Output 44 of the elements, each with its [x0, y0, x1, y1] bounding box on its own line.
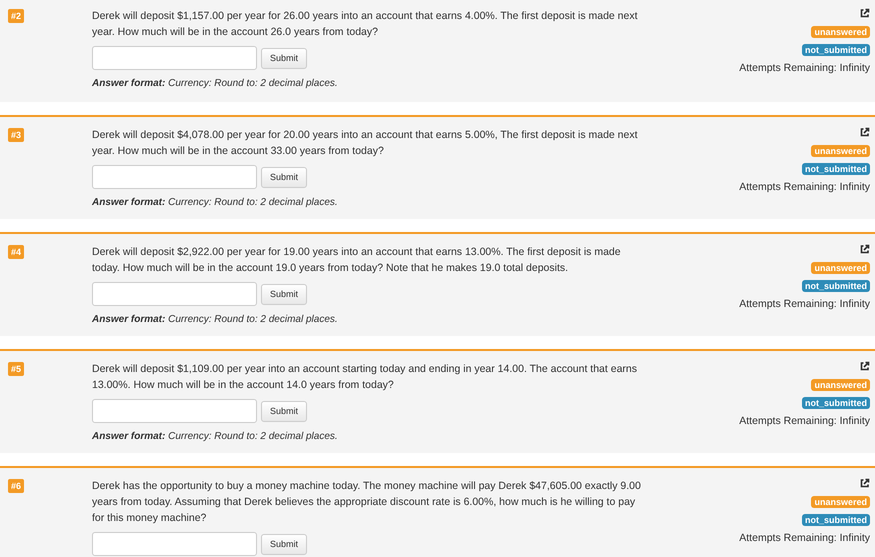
- answer-format: Answer format: Currency: Round to: 2 decimal places.: [92, 197, 339, 208]
- submission-label: not_submitted: [802, 163, 870, 175]
- status-label: unanswered: [811, 379, 870, 391]
- answer-format: Answer format: Currency: Round to: 2 decimal places.: [92, 314, 339, 325]
- submission-label: not_submitted: [802, 397, 870, 409]
- status-label: unanswered: [811, 262, 870, 274]
- question-number: #5: [8, 362, 24, 376]
- question-text: Derek will deposit $1,157.00 per year for 26.00 years into an account that earns 4.00%. The first deposit is made next year. How much will be in the account 26.0 years from today?: [92, 9, 639, 40]
- answer-field[interactable]: [92, 532, 257, 556]
- share-icon[interactable]: [860, 361, 870, 371]
- attempts-text: Attempts Remaining: Infinity: [739, 181, 870, 193]
- share-icon[interactable]: [860, 244, 870, 254]
- question-number: #2: [8, 9, 24, 23]
- question-text: Derek will deposit $1,109.00 per year into an account starting today and ending in year 14.00. The account that earns 13.00%. How much will be in the account 14.0 years from today?: [92, 362, 638, 393]
- share-icon[interactable]: [860, 127, 870, 137]
- question-number: #6: [8, 479, 24, 493]
- question-text: Derek will deposit $4,078.00 per year for 20.00 years into an account that earns 5.00%, The first deposit is made next year. How much will be in the account 33.00 years from today?: [92, 128, 639, 159]
- question-text: Derek has the opportunity to buy a money machine today. The money machine will pay Derek $47,605.00 exactly 9.00 years from today. Assuming that Derek believes the appropriate discount rate is 6.00%, how much is he willing to pay for this money machine?: [92, 479, 642, 526]
- submission-label: not_submitted: [802, 44, 870, 56]
- status-label: unanswered: [811, 26, 870, 38]
- status-label: unanswered: [811, 145, 870, 157]
- attempts-text: Attempts Remaining: Infinity: [739, 415, 870, 427]
- submit-button[interactable]: Submit: [261, 400, 307, 422]
- answer-format: Answer format: Currency: Round to: 2 decimal places.: [92, 431, 339, 442]
- share-icon[interactable]: [860, 8, 870, 18]
- submit-button[interactable]: Submit: [261, 166, 307, 188]
- submission-label: not_submitted: [802, 514, 870, 526]
- question-text: Derek will deposit $2,922.00 per year for 19.00 years into an account that earns 13.00%. The first deposit is made today. How much will be in the account 19.0 years from today? Note that he makes 19.0 total deposits.: [92, 245, 622, 276]
- submit-button[interactable]: Submit: [261, 48, 307, 68]
- attempts-text: Attempts Remaining: Infinity: [739, 62, 870, 74]
- answer-field[interactable]: [92, 165, 257, 189]
- submit-button[interactable]: Submit: [261, 284, 307, 304]
- answer-field[interactable]: [92, 46, 257, 70]
- status-label: unanswered: [811, 496, 870, 508]
- submit-button[interactable]: Submit: [261, 534, 307, 554]
- submission-label: not_submitted: [802, 280, 870, 292]
- answer-field[interactable]: [92, 399, 257, 423]
- question-number: #4: [8, 245, 24, 259]
- attempts-text: Attempts Remaining: Infinity: [739, 298, 870, 310]
- answer-field[interactable]: [92, 282, 257, 306]
- question-number: #3: [8, 128, 24, 142]
- attempts-text: Attempts Remaining: Infinity: [739, 532, 870, 544]
- answer-format: Answer format: Currency: Round to: 2 decimal places.: [92, 78, 339, 89]
- share-icon[interactable]: [860, 478, 870, 488]
